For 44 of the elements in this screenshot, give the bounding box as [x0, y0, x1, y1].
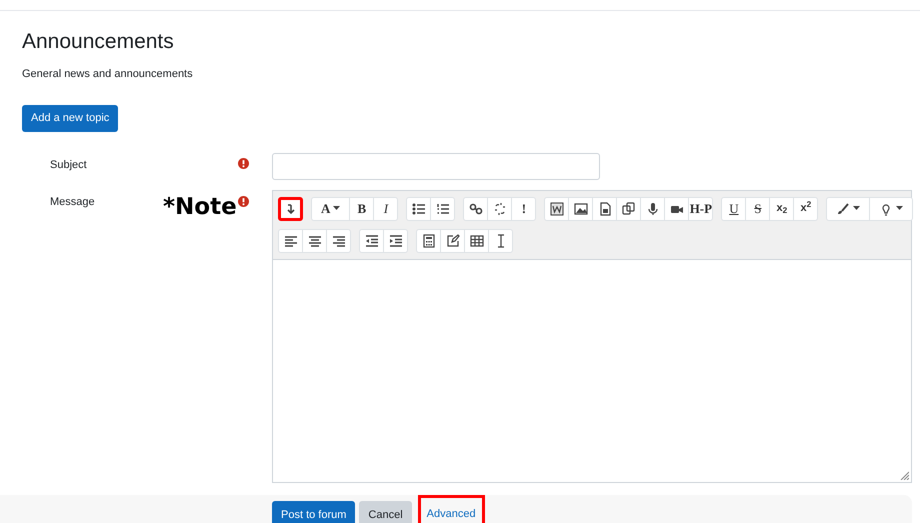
- forum-description: General news and announcements: [22, 67, 194, 82]
- word-document-icon: [550, 202, 564, 216]
- message-editor[interactable]: A B I ! H-P U S x$_{2}$ x$^{2}$: [272, 190, 912, 482]
- link-icon: [468, 202, 483, 216]
- caret-icon: [896, 206, 904, 211]
- toolbar-button[interactable]: B: [349, 196, 374, 220]
- field-label: Subject: [50, 158, 87, 170]
- required-icon: [238, 158, 249, 168]
- table-icon: [470, 234, 484, 248]
- indent-icon: [388, 234, 402, 248]
- page-title: Announcements: [22, 31, 175, 52]
- note-annotation: *Note: [163, 196, 237, 218]
- paint-brush-icon: [836, 202, 850, 216]
- microphone-icon: [646, 202, 660, 216]
- toolbar-button[interactable]: [278, 196, 303, 220]
- add-topic-button[interactable]: Add a new topic: [22, 104, 118, 132]
- align-left-icon: [284, 234, 298, 248]
- caret-icon: [333, 206, 340, 211]
- resize-handle-icon[interactable]: [900, 470, 909, 480]
- image-icon: [574, 202, 588, 216]
- toolbar-button[interactable]: x$_{2}$: [769, 196, 794, 220]
- edit-icon: [446, 234, 460, 248]
- subject-field[interactable]: [272, 152, 600, 180]
- media-file-icon: [598, 202, 612, 216]
- toolbar-button[interactable]: H-P: [688, 196, 714, 220]
- caret-icon: [853, 206, 860, 211]
- toolbar-button[interactable]: A: [311, 196, 350, 220]
- toolbar-button[interactable]: !: [511, 196, 536, 220]
- required-icon: [238, 196, 249, 206]
- outdent-icon: [364, 234, 378, 248]
- calculator-icon: [422, 234, 436, 248]
- toolbar-button[interactable]: S: [745, 196, 770, 220]
- cancel-button[interactable]: Cancel: [359, 501, 412, 523]
- numbered-list-icon: [436, 202, 450, 216]
- align-right-icon: [332, 234, 346, 248]
- field-label: Message: [50, 196, 95, 208]
- align-center-icon: [308, 234, 322, 248]
- advanced-link[interactable]: Advanced: [418, 495, 485, 523]
- toolbar-button[interactable]: I: [373, 196, 398, 220]
- toolbar-button[interactable]: x$^{2}$: [793, 196, 818, 220]
- copy-icon: [622, 202, 636, 216]
- post-button[interactable]: Post to forum: [272, 501, 356, 523]
- bullet-list-icon: [412, 202, 426, 216]
- toolbar-button[interactable]: U: [721, 196, 746, 220]
